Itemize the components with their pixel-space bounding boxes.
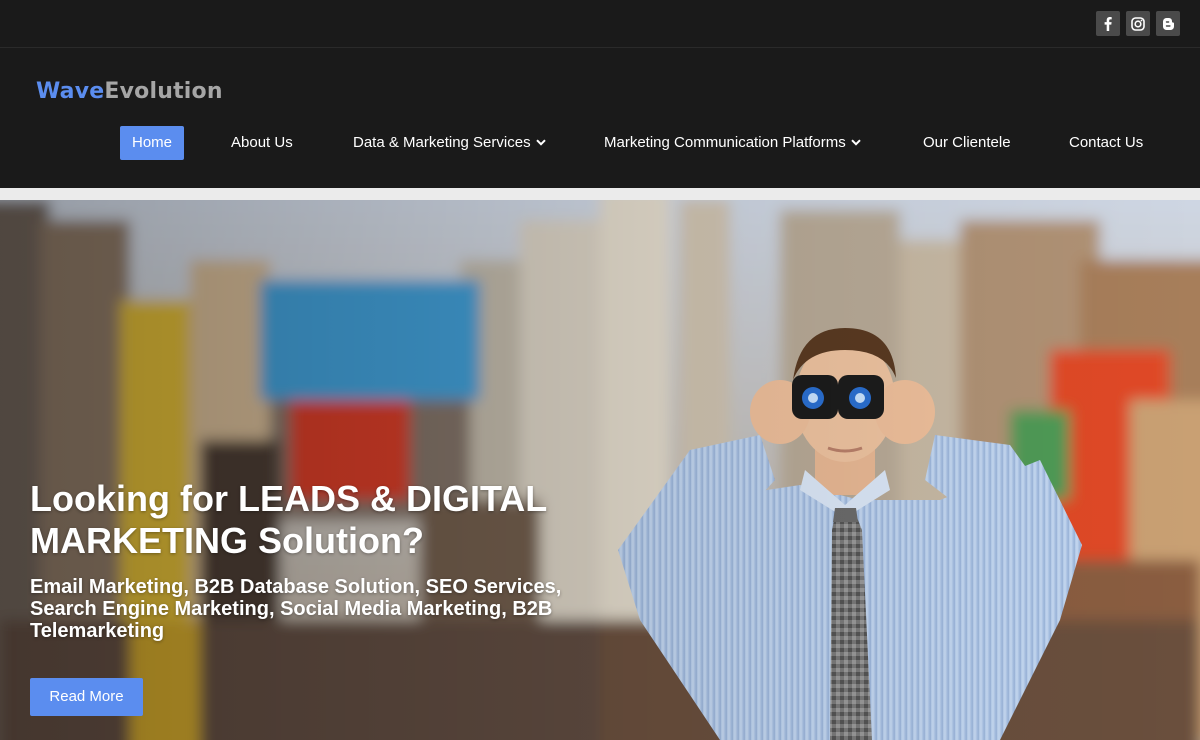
nav-label: About Us <box>231 134 293 151</box>
facebook-icon[interactable] <box>1096 11 1120 36</box>
chevron-down-icon <box>851 125 861 159</box>
logo-part-wave: Wave <box>36 79 105 104</box>
nav-label: Contact Us <box>1069 134 1144 151</box>
nav-label: Our Clientele <box>923 134 1011 151</box>
hero-subtitle: Email Marketing, B2B Database Solution, … <box>30 576 562 642</box>
hero-banner: Looking for LEADS & DIGITAL MARKETING So… <box>0 200 1200 740</box>
blogger-icon[interactable] <box>1156 11 1180 36</box>
nav-label: Home <box>132 134 173 151</box>
main-nav: Home About Us Data & Marketing Services … <box>0 126 1200 160</box>
hero-title: Looking for LEADS & DIGITAL MARKETING So… <box>30 478 547 561</box>
social-links <box>1096 11 1180 36</box>
hero-overlay <box>0 200 1200 740</box>
logo-part-evolution: Evolution <box>104 79 223 104</box>
nav-item-home[interactable]: Home <box>120 126 185 160</box>
top-bar <box>0 0 1200 48</box>
header-divider <box>0 188 1200 200</box>
nav-label: Marketing Communication Platforms <box>604 134 846 151</box>
nav-item-clientele[interactable]: Our Clientele <box>923 126 1011 160</box>
chevron-down-icon <box>535 125 546 159</box>
nav-item-about[interactable]: About Us <box>231 126 293 160</box>
nav-item-marketing-platforms[interactable]: Marketing Communication Platforms <box>604 126 861 160</box>
site-logo[interactable]: WaveEvolution <box>36 79 223 104</box>
instagram-icon[interactable] <box>1126 11 1150 36</box>
read-more-button[interactable]: Read More <box>30 678 143 716</box>
site-header: WaveEvolution Home About Us Data & Marke… <box>0 49 1200 188</box>
nav-item-data-marketing-services[interactable]: Data & Marketing Services <box>353 126 546 160</box>
nav-item-contact[interactable]: Contact Us <box>1069 126 1143 160</box>
nav-label: Data & Marketing Services <box>353 134 531 151</box>
